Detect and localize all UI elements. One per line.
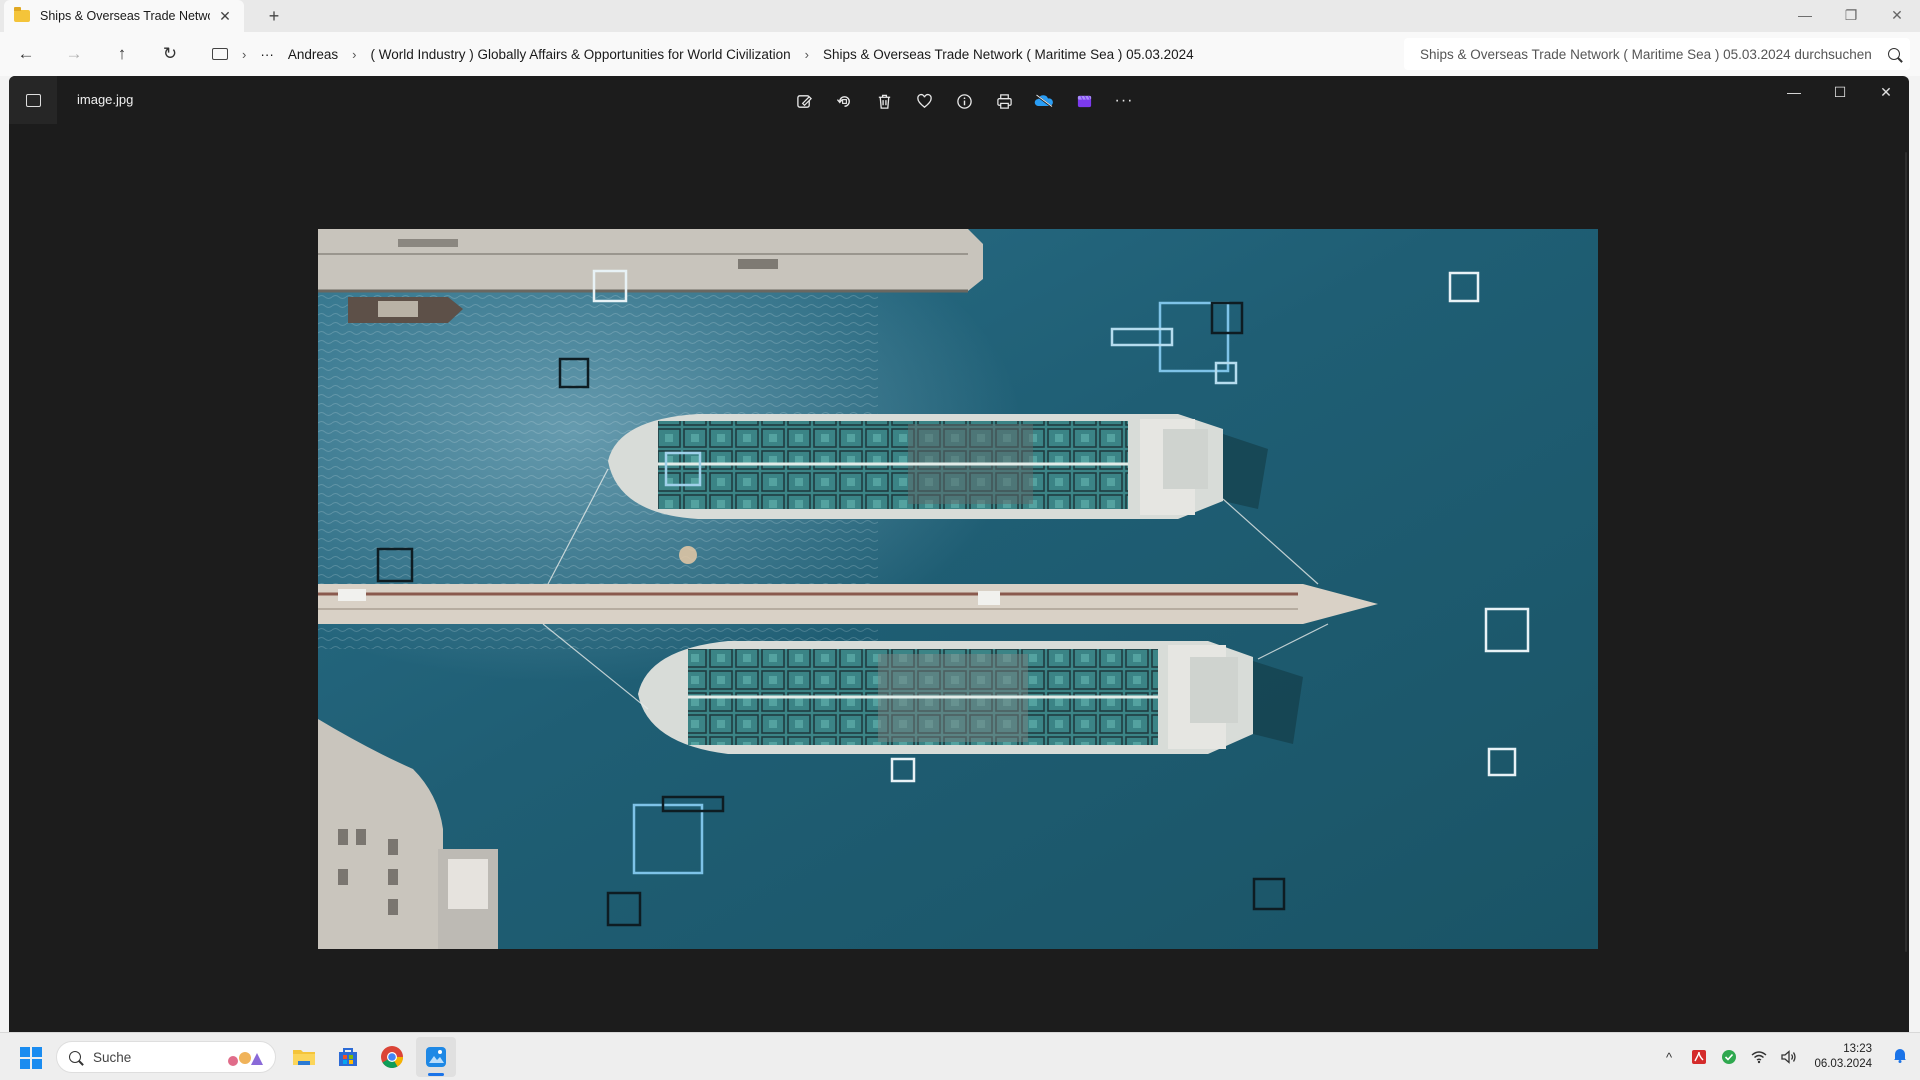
minimize-button[interactable]: — (1771, 76, 1817, 108)
more-icon[interactable]: ··· (1104, 88, 1144, 114)
taskbar-pinned-apps (284, 1037, 460, 1077)
edit-icon[interactable] (784, 88, 824, 114)
rotate-icon[interactable] (824, 88, 864, 114)
new-tab-button[interactable]: + (262, 4, 286, 28)
search-icon (1888, 48, 1900, 60)
notification-bell-icon[interactable] (1880, 1047, 1920, 1068)
restore-button[interactable]: ❐ (1828, 0, 1874, 32)
clock-date: 06.03.2024 (1814, 1058, 1872, 1070)
windows-start-icon[interactable] (20, 1047, 42, 1069)
clock-time: 13:23 (1843, 1043, 1872, 1055)
taskbar-search-label: Suche (93, 1049, 132, 1065)
breadcrumb-more[interactable]: ··· (260, 47, 274, 62)
explorer-tab-strip: Ships & Overseas Trade Network ( Maritim… (0, 0, 1920, 32)
refresh-button[interactable]: ↻ (156, 40, 184, 68)
breadcrumb-world-industry[interactable]: ( World Industry ) Globally Affairs & Op… (370, 47, 790, 62)
volume-icon[interactable] (1774, 1042, 1804, 1072)
wifi-icon[interactable] (1744, 1042, 1774, 1072)
up-button[interactable]: ↑ (108, 40, 136, 68)
taskbar-search-box[interactable]: Suche (56, 1041, 276, 1073)
explorer-address-row: ← → ↑ ↻ › ··· Andreas › ( World Industry… (0, 32, 1920, 76)
upper-tanker-ship (608, 414, 1268, 519)
onedrive-icon[interactable] (1024, 88, 1064, 114)
photos-icon[interactable] (416, 1037, 456, 1077)
tab-title: Ships & Overseas Trade Network ( Maritim… (40, 9, 210, 23)
breadcrumb-separator[interactable]: › (352, 47, 356, 62)
minimize-button[interactable]: — (1782, 0, 1828, 32)
breadcrumb-ships-trade[interactable]: Ships & Overseas Trade Network ( Maritim… (823, 47, 1194, 62)
upper-pier (318, 229, 983, 293)
highlight-dot (679, 546, 697, 564)
windows-taskbar: Suche ^ 13:23 06.03.2024 (0, 1032, 1920, 1080)
breadcrumb-separator[interactable]: › (242, 47, 246, 62)
photos-toolbar: ··· (784, 88, 1144, 114)
security-shield-icon[interactable] (1714, 1042, 1744, 1072)
favorite-icon[interactable] (904, 88, 944, 114)
breadcrumb-andreas[interactable]: Andreas (288, 47, 338, 62)
photos-app-icon[interactable] (9, 76, 57, 124)
aerial-harbor-photo (318, 229, 1598, 949)
image-file-name: image.jpg (77, 92, 134, 107)
clipchamp-icon[interactable] (1064, 88, 1104, 114)
vertical-scrollbar[interactable] (1903, 152, 1909, 952)
system-tray: ^ 13:23 06.03.2024 (1654, 1033, 1920, 1080)
central-jetty (318, 584, 1378, 624)
explorer-window-controls: — ❐ ✕ (1782, 0, 1920, 32)
search-highlight-icon (228, 1052, 263, 1066)
info-icon[interactable] (944, 88, 984, 114)
file-explorer-icon[interactable] (284, 1037, 324, 1077)
pdf-app-icon[interactable] (1684, 1042, 1714, 1072)
this-pc-icon[interactable] (212, 48, 228, 60)
folder-icon (14, 7, 30, 22)
forward-button[interactable]: → (60, 40, 88, 68)
explorer-search-input[interactable]: Ships & Overseas Trade Network ( Maritim… (1404, 38, 1910, 70)
close-button[interactable]: ✕ (1863, 76, 1909, 108)
breadcrumb-separator[interactable]: › (805, 47, 809, 62)
close-button[interactable]: ✕ (1874, 0, 1920, 32)
back-button[interactable]: ← (12, 40, 40, 68)
print-icon[interactable] (984, 88, 1024, 114)
store-icon[interactable] (328, 1037, 368, 1077)
explorer-tab[interactable]: Ships & Overseas Trade Network ( Maritim… (4, 0, 244, 32)
chrome-icon[interactable] (372, 1037, 412, 1077)
maximize-button[interactable]: ☐ (1817, 76, 1863, 108)
photos-window-controls: — ☐ ✕ (1771, 76, 1909, 108)
delete-icon[interactable] (864, 88, 904, 114)
search-icon (69, 1051, 81, 1063)
breadcrumb: › ··· Andreas › ( World Industry ) Globa… (208, 40, 1400, 68)
tab-close-button[interactable]: ✕ (216, 8, 234, 25)
displayed-image (318, 229, 1598, 949)
lower-tanker-ship (638, 641, 1303, 754)
search-placeholder: Ships & Overseas Trade Network ( Maritim… (1420, 46, 1872, 62)
tray-chevron-icon[interactable]: ^ (1654, 1042, 1684, 1072)
small-tugboat (348, 297, 463, 323)
taskbar-clock[interactable]: 13:23 06.03.2024 (1804, 1042, 1880, 1072)
